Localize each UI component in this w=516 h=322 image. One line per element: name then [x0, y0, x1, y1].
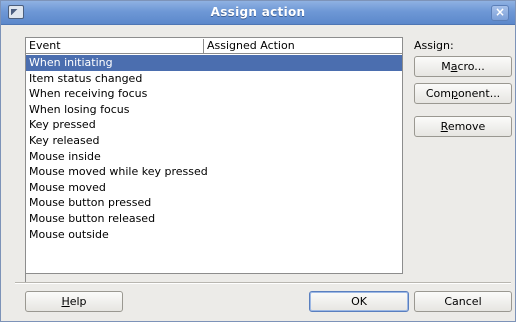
footer-separator: [15, 282, 511, 284]
macro-label-pre: M: [441, 60, 451, 73]
dialog-title: Assign action: [210, 5, 306, 19]
remove-button[interactable]: Remove: [414, 116, 512, 137]
column-header-event[interactable]: Event: [26, 39, 204, 53]
column-header-assigned-action[interactable]: Assigned Action: [204, 39, 402, 53]
event-row[interactable]: Key pressed: [26, 117, 402, 133]
help-button[interactable]: Help: [25, 291, 123, 312]
event-rows: When initiating Item status changed When r…: [26, 55, 402, 242]
event-row[interactable]: Key released: [26, 133, 402, 149]
event-row[interactable]: Mouse moved: [26, 180, 402, 196]
event-row[interactable]: Mouse button released: [26, 211, 402, 227]
event-row[interactable]: Mouse inside: [26, 149, 402, 165]
title-bar[interactable]: Assign action ×: [1, 1, 515, 25]
help-label-post: elp: [69, 295, 87, 308]
event-row[interactable]: Mouse button pressed: [26, 195, 402, 211]
event-row[interactable]: Mouse moved while key pressed: [26, 164, 402, 180]
event-row[interactable]: When initiating: [26, 55, 402, 71]
event-row[interactable]: Item status changed: [26, 71, 402, 87]
cancel-button[interactable]: Cancel: [414, 291, 512, 312]
component-button[interactable]: Component...: [414, 83, 512, 104]
event-row[interactable]: When receiving focus: [26, 86, 402, 102]
remove-label-post: emove: [447, 120, 486, 133]
macro-button[interactable]: Macro...: [414, 56, 512, 77]
close-icon[interactable]: ×: [491, 5, 509, 21]
component-label-pre: Com: [425, 87, 451, 100]
component-label-key: p: [450, 87, 458, 100]
assign-label: Assign:: [414, 39, 454, 52]
help-label-key: H: [61, 295, 70, 308]
list-header: Event Assigned Action: [26, 38, 402, 54]
event-list[interactable]: Event Assigned Action When initiating Ite…: [25, 37, 403, 274]
event-row[interactable]: Mouse outside: [26, 227, 402, 243]
assign-action-dialog: Assign action × Event Assigned Action Wh…: [0, 0, 516, 322]
macro-label-post: cro...: [457, 60, 485, 73]
remove-label-key: R: [440, 120, 448, 133]
event-row[interactable]: When losing focus: [26, 102, 402, 118]
component-label-post: onent...: [457, 87, 501, 100]
ok-button[interactable]: OK: [309, 291, 409, 312]
